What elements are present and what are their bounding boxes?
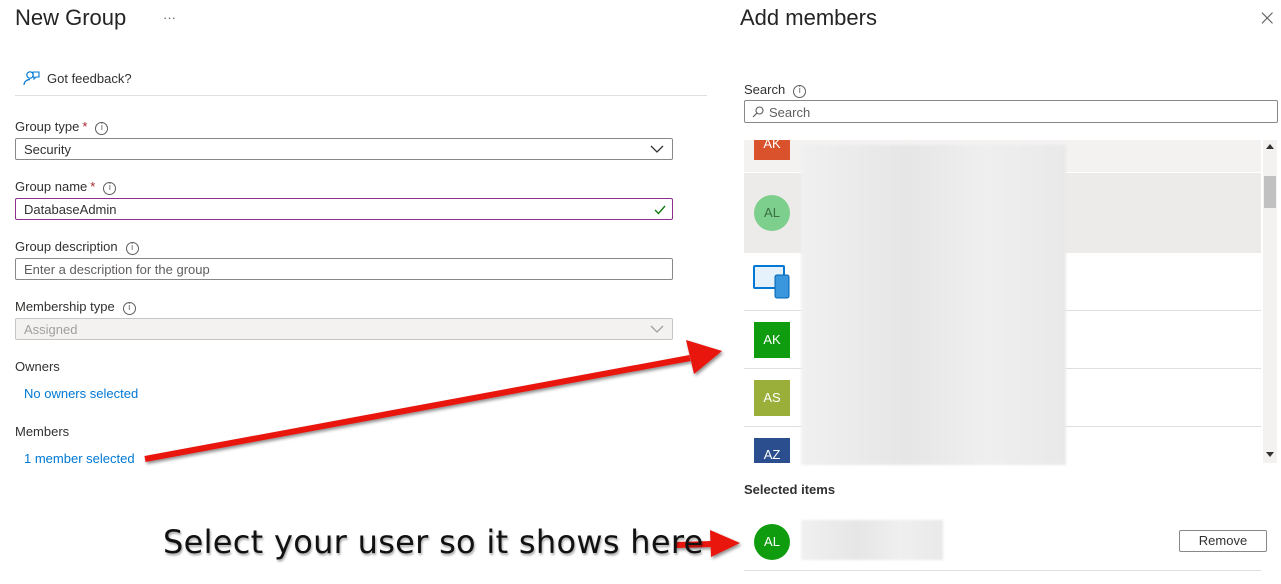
annotation-arrows (144, 340, 740, 557)
annotation-caption: Select your user so it shows here (163, 523, 704, 561)
